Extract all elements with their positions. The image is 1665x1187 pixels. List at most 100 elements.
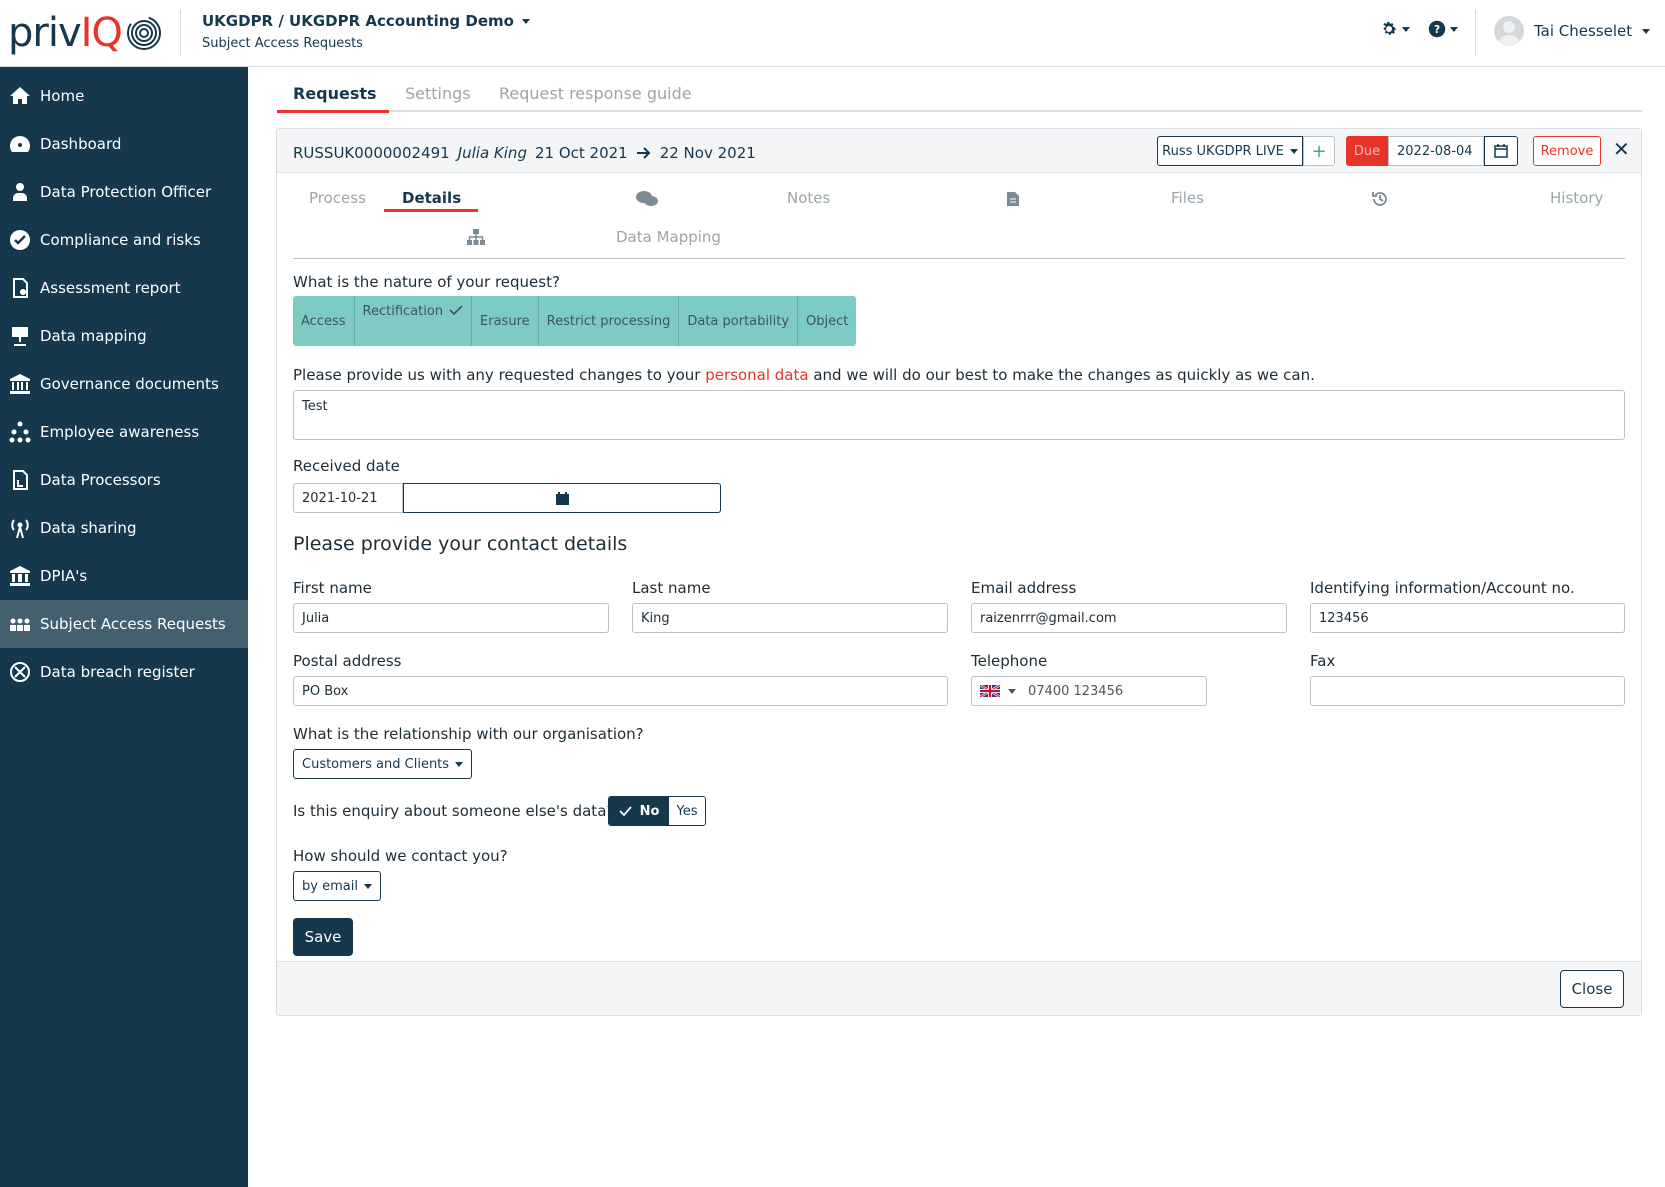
telephone-field[interactable]: 07400 123456 [971, 676, 1207, 706]
relationship-label: What is the relationship with our organi… [293, 725, 644, 743]
history-icon[interactable] [1371, 190, 1389, 208]
toggle-yes-button[interactable]: Yes [669, 797, 705, 825]
close-button[interactable]: Close [1560, 970, 1624, 1008]
contact-method-select[interactable]: by email [293, 871, 381, 901]
sidebar-item-data-mapping[interactable]: Data mapping [0, 312, 248, 360]
received-date-label: Received date [293, 457, 400, 475]
breadcrumb: UKGDPR / UKGDPR Accounting Demo Subject … [202, 12, 530, 51]
sidebar-item-data-sharing[interactable]: Data sharing [0, 504, 248, 552]
data-mapping-icon [12, 327, 28, 346]
tab-files[interactable]: Files [1171, 189, 1204, 207]
main-tabs: Requests Settings Request response guide [277, 80, 1642, 113]
sidebar-item-home[interactable]: Home [0, 72, 248, 120]
sidebar-item-data-breach-register[interactable]: Data breach register [0, 648, 248, 696]
tab-details[interactable]: Details [402, 189, 461, 207]
help-menu[interactable]: ? [1428, 20, 1458, 38]
breach-icon [10, 662, 30, 682]
header-divider [1475, 10, 1476, 56]
processor-icon [13, 470, 28, 490]
help-icon: ? [1428, 20, 1446, 38]
nature-option-erasure[interactable]: Erasure [472, 296, 539, 346]
nature-option-data-portability[interactable]: Data portability [679, 296, 799, 346]
broadcast-icon [11, 519, 29, 539]
institution-icon [10, 374, 30, 394]
request-header: RUSSUK0000002491 Julia King 21 Oct 2021 … [277, 129, 1641, 173]
active-subtab-indicator [384, 209, 478, 212]
sidebar-item-compliance[interactable]: Compliance and risks [0, 216, 248, 264]
first-name-field[interactable]: Julia [293, 603, 609, 633]
sidebar-item-dashboard[interactable]: Dashboard [0, 120, 248, 168]
nature-question: What is the nature of your request? [293, 273, 560, 291]
someone-else-toggle: No Yes [608, 796, 706, 826]
remove-button[interactable]: Remove [1533, 136, 1601, 166]
tab-history[interactable]: History [1550, 189, 1603, 207]
identifying-info-field[interactable]: 123456 [1310, 603, 1625, 633]
sidebar-item-employee-awareness[interactable]: Employee awareness [0, 408, 248, 456]
nature-option-restrict-processing[interactable]: Restrict processing [539, 296, 680, 346]
due-date-calendar-button[interactable] [1484, 136, 1518, 166]
nature-option-rectification[interactable]: Rectification [355, 296, 473, 346]
contact-method-label: How should we contact you? [293, 847, 508, 865]
sitemap-icon[interactable] [467, 229, 485, 245]
close-icon[interactable]: ✕ [1613, 137, 1630, 161]
add-environment-button[interactable]: + [1303, 136, 1335, 166]
comments-icon[interactable] [636, 191, 658, 207]
sidebar-item-governance-documents[interactable]: Governance documents [0, 360, 248, 408]
chevron-down-icon [521, 18, 530, 24]
person-icon [13, 183, 27, 201]
received-date-calendar-button[interactable] [403, 483, 721, 513]
active-tab-indicator [277, 110, 389, 113]
email-label: Email address [971, 579, 1077, 597]
save-button[interactable]: Save [293, 918, 353, 956]
tab-settings[interactable]: Settings [405, 84, 471, 103]
org-selector[interactable]: UKGDPR / UKGDPR Accounting Demo [202, 12, 530, 30]
chevron-down-icon [1402, 26, 1410, 32]
check-circle-icon [10, 230, 30, 250]
settings-menu[interactable] [1380, 20, 1410, 38]
sidebar-item-assessment-report[interactable]: Assessment report [0, 264, 248, 312]
request-start-date: 21 Oct 2021 [534, 144, 628, 162]
card-footer: Close [277, 961, 1641, 1015]
received-date-input[interactable]: 2021-10-21 [293, 483, 403, 513]
header-divider [180, 10, 181, 56]
last-name-field[interactable]: King [632, 603, 948, 633]
dashboard-icon [10, 136, 30, 152]
request-end-date: 22 Nov 2021 [659, 144, 756, 162]
fax-field[interactable] [1310, 676, 1625, 706]
sidebar-item-data-protection-officer[interactable]: Data Protection Officer [0, 168, 248, 216]
due-badge: Due [1346, 136, 1388, 166]
request-id: RUSSUK0000002491 [293, 144, 450, 162]
user-menu[interactable]: Tai Chesselet [1494, 16, 1651, 46]
personal-data-link[interactable]: personal data [705, 366, 808, 384]
file-icon[interactable] [1006, 191, 1020, 207]
tab-process[interactable]: Process [309, 189, 366, 207]
postal-address-label: Postal address [293, 652, 402, 670]
chevron-down-icon [1642, 28, 1651, 34]
tab-data-mapping[interactable]: Data Mapping [616, 228, 721, 246]
postal-address-field[interactable]: PO Box [293, 676, 948, 706]
email-field[interactable]: raizenrrr@gmail.com [971, 603, 1287, 633]
chevron-down-icon [1450, 26, 1458, 32]
tab-request-response-guide[interactable]: Request response guide [499, 84, 692, 103]
due-date-input[interactable]: 2022-08-04 [1388, 136, 1484, 166]
relationship-select[interactable]: Customers and Clients [293, 749, 473, 779]
people-icon [10, 618, 30, 631]
sidebar-item-dpias[interactable]: DPIA's [0, 552, 248, 600]
uk-flag-icon[interactable] [980, 685, 1000, 697]
last-name-label: Last name [632, 579, 711, 597]
first-name-label: First name [293, 579, 372, 597]
sidebar-item-subject-access-requests[interactable]: Subject Access Requests [0, 600, 248, 648]
telephone-label: Telephone [971, 652, 1048, 670]
nature-option-access[interactable]: Access [293, 296, 355, 346]
tab-requests[interactable]: Requests [293, 84, 377, 103]
changes-prompt: Please provide us with any requested cha… [293, 366, 1315, 384]
toggle-no-button[interactable]: No [609, 797, 669, 825]
priviq-logo[interactable]: priv IQ [8, 8, 162, 58]
environment-select[interactable]: Russ UKGDPR LIVE [1157, 136, 1303, 166]
someone-else-label: Is this enquiry about someone else's dat… [293, 802, 615, 820]
sidebar-item-data-processors[interactable]: Data Processors [0, 456, 248, 504]
request-card: RUSSUK0000002491 Julia King 21 Oct 2021 … [276, 128, 1642, 1016]
tab-notes[interactable]: Notes [787, 189, 830, 207]
changes-textarea[interactable]: Test [293, 390, 1625, 440]
nature-option-object[interactable]: Object [798, 296, 856, 346]
